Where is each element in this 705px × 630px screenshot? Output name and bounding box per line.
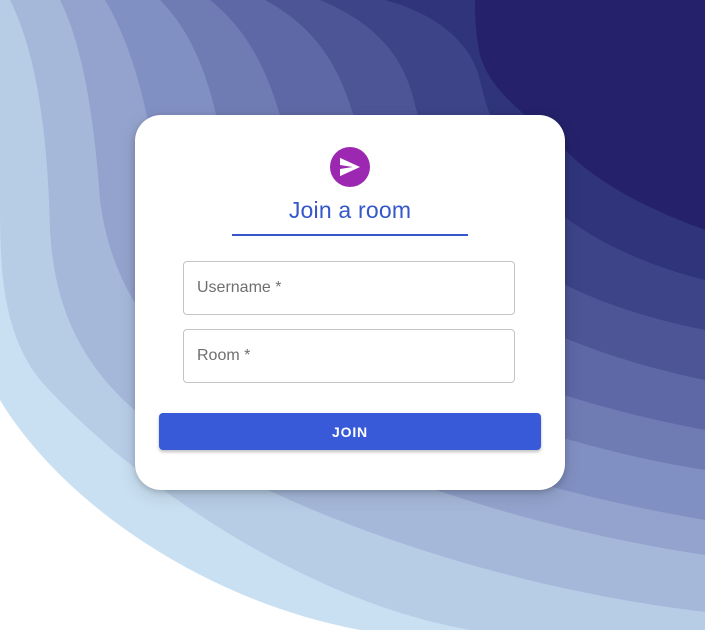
title-underline: [232, 234, 468, 236]
room-field[interactable]: [183, 329, 515, 383]
username-input[interactable]: [184, 262, 514, 314]
room-input[interactable]: [184, 330, 514, 382]
send-icon: [340, 157, 360, 177]
join-button[interactable]: JOIN: [159, 413, 541, 450]
username-field[interactable]: [183, 261, 515, 315]
logo-badge: [330, 147, 370, 187]
page-title: Join a room: [288, 197, 412, 223]
join-room-card: Join a room JOIN: [135, 115, 565, 490]
